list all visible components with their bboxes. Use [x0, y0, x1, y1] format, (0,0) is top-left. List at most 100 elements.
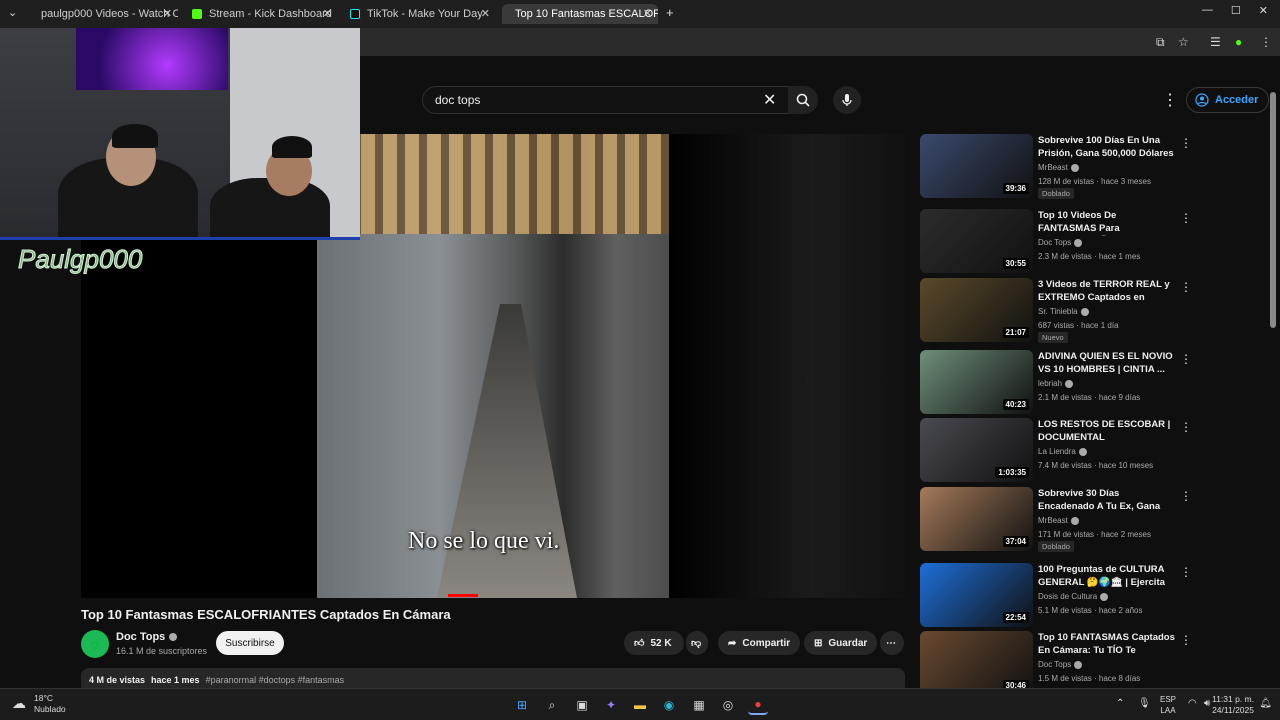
start-icon[interactable]: ⊞ — [512, 695, 532, 715]
recommendation-title[interactable]: 100 Preguntas de CULTURA GENERAL 🤔🌍🏛 | E… — [1038, 563, 1176, 590]
recommendation-thumbnail[interactable]: 30:55 — [920, 209, 1033, 273]
file-explorer-icon[interactable]: ▬ — [630, 695, 650, 715]
wifi-icon[interactable]: ◠ — [1188, 698, 1197, 709]
recommendation-card[interactable]: 21:07 3 Videos de TERROR REAL y EXTREMO … — [920, 278, 1192, 343]
recommendation-title[interactable]: LOS RESTOS DE ESCOBAR | DOCUMENTAL — [1038, 418, 1176, 444]
store-icon[interactable]: ▦ — [689, 695, 709, 715]
recommendation-thumbnail[interactable]: 30:46 — [920, 631, 1033, 695]
extension-icon[interactable]: ● — [1235, 35, 1242, 49]
new-tab-button[interactable]: + — [666, 5, 674, 20]
tab-label: TikTok - Make Your Day — [367, 8, 483, 20]
subscribe-button[interactable]: Suscribirse — [216, 631, 284, 655]
page-scrollbar[interactable] — [1270, 92, 1276, 328]
recommendation-menu-icon[interactable]: ⋮ — [1180, 420, 1192, 434]
video-progress-bar[interactable] — [448, 594, 478, 597]
tab-label: paulgp000 Videos - Watch On-... — [41, 8, 178, 20]
media-control-icon[interactable]: ☰ — [1210, 35, 1221, 49]
recommendation-card[interactable]: 37:04 Sobrevive 30 Días Encadenado A Tu … — [920, 487, 1192, 552]
dislike-button[interactable]: 👎︎ — [686, 631, 708, 655]
minimize-button[interactable]: — — [1202, 4, 1213, 17]
recommendation-title[interactable]: ADIVINA QUIEN ES EL NOVIO VS 10 HOMBRES … — [1038, 350, 1176, 376]
recommendation-menu-icon[interactable]: ⋮ — [1180, 352, 1192, 366]
task-view-icon[interactable]: ▣ — [572, 695, 592, 715]
recommendation-thumbnail[interactable]: 22:54 — [920, 563, 1033, 627]
recommendation-menu-icon[interactable]: ⋮ — [1180, 280, 1192, 294]
recommendation-card[interactable]: 30:46 Top 10 FANTASMAS Captados En Cámar… — [920, 631, 1192, 695]
close-tab-icon[interactable]: ✕ — [481, 7, 490, 20]
tab-youtube-active[interactable]: Top 10 Fantasmas ESCALOFR ✕ — [502, 4, 658, 24]
recommendation-meta: 687 vistas · hace 1 día — [1038, 321, 1119, 330]
notifications-icon[interactable]: 🔔︎ — [1259, 698, 1272, 709]
recommendation-channel-row[interactable]: MrBeast — [1038, 163, 1079, 172]
recommendation-card[interactable]: 39:36 Sobrevive 100 Días En Una Prisión,… — [920, 134, 1192, 199]
chrome-icon[interactable]: ● — [748, 695, 768, 715]
recommendation-card[interactable]: 22:54 100 Preguntas de CULTURA GENERAL 🤔… — [920, 563, 1192, 627]
system-clock[interactable]: 11:31 p. m. 24/11/2025 — [1212, 694, 1254, 716]
close-tab-icon[interactable]: ✕ — [323, 7, 332, 20]
maximize-button[interactable]: ☐ — [1231, 4, 1241, 17]
recommendation-thumbnail[interactable]: 39:36 — [920, 134, 1033, 198]
tab-tiktok[interactable]: TikTok - Make Your Day ✕ — [344, 4, 496, 24]
copilot-icon[interactable]: ✦ — [601, 695, 621, 715]
recommendation-menu-icon[interactable]: ⋮ — [1180, 489, 1192, 503]
tray-mic-icon[interactable]: 🎙︎ — [1138, 698, 1151, 709]
language-indicator[interactable]: ESP LAA — [1160, 694, 1176, 716]
recommendation-thumbnail[interactable]: 1:03:35 — [920, 418, 1033, 482]
recommendation-channel-row[interactable]: Doc Tops — [1038, 660, 1083, 669]
recommendation-channel-row[interactable]: MrBeast — [1038, 516, 1079, 525]
recommendation-title[interactable]: Top 10 Videos De FANTASMAS Para ASUSTART… — [1038, 209, 1176, 236]
ceiling-beams — [317, 134, 669, 234]
recommendation-title[interactable]: Top 10 FANTASMAS Captados En Cámara: Tu … — [1038, 631, 1176, 658]
search-button[interactable] — [788, 86, 818, 114]
share-button[interactable]: ➦ Compartir — [718, 631, 801, 655]
recommendation-card[interactable]: 40:23 ADIVINA QUIEN ES EL NOVIO VS 10 HO… — [920, 350, 1192, 414]
browser-menu-icon[interactable]: ⋮ — [1260, 35, 1272, 49]
windows-taskbar: ☁ 18°C Nublado ⊞ ⌕ ▣ ✦ ▬ ◉ ▦ ◎ ● ⌃ 🎙︎ ES… — [0, 688, 1280, 720]
recommendation-menu-icon[interactable]: ⋮ — [1180, 633, 1192, 647]
recommendation-channel-row[interactable]: Dosis de Cultura — [1038, 592, 1109, 601]
recommendation-thumbnail[interactable]: 37:04 — [920, 487, 1033, 551]
recommendation-channel-row[interactable]: lebriah — [1038, 379, 1074, 388]
tab-kick-dashboard[interactable]: Stream - Kick Dashboard ✕ — [186, 4, 338, 24]
bookmark-star-icon[interactable]: ☆ — [1178, 35, 1189, 49]
recommendation-title[interactable]: Sobrevive 100 Días En Una Prisión, Gana … — [1038, 134, 1176, 160]
volume-icon[interactable]: 🔊︎ — [1204, 698, 1210, 709]
close-tab-icon[interactable]: ✕ — [163, 7, 172, 20]
channel-avatar[interactable]: ☺ — [81, 630, 109, 658]
weather-icon[interactable]: ☁ — [12, 695, 26, 712]
install-app-icon[interactable]: ⧉ — [1156, 35, 1165, 50]
recommendation-thumbnail[interactable]: 40:23 — [920, 350, 1033, 414]
recommendation-menu-icon[interactable]: ⋮ — [1180, 565, 1192, 579]
recommendation-channel-row[interactable]: Doc Tops — [1038, 238, 1083, 247]
channel-name-link[interactable]: Doc Tops — [116, 631, 178, 643]
search-taskbar-icon[interactable]: ⌕ — [542, 695, 562, 715]
recommendation-title[interactable]: 3 Videos de TERROR REAL y EXTREMO Captad… — [1038, 278, 1176, 305]
save-button[interactable]: ⊞ Guardar — [804, 631, 878, 655]
settings-menu-icon[interactable]: ⋮ — [1162, 90, 1178, 110]
sign-in-button[interactable]: Acceder — [1186, 87, 1270, 113]
tab-kick-videos[interactable]: paulgp000 Videos - Watch On-... ✕ — [28, 4, 178, 24]
recommendation-thumbnail[interactable]: 21:07 — [920, 278, 1033, 342]
video-tags[interactable]: #paranormal #doctops #fantasmas — [206, 675, 345, 685]
close-tab-icon[interactable]: ✕ — [643, 7, 652, 20]
tab-list-dropdown-icon[interactable]: ⌄ — [8, 6, 17, 19]
search-input[interactable]: doc tops — [422, 86, 790, 114]
thumbs-down-icon: 👎︎ — [691, 638, 702, 649]
weather-widget[interactable]: 18°C Nublado — [34, 693, 66, 715]
video-duration: 21:07 — [1002, 327, 1029, 338]
recommendation-title[interactable]: Sobrevive 30 Días Encadenado A Tu Ex, Ga… — [1038, 487, 1176, 514]
recommendation-channel-row[interactable]: Sr. Tinieblа — [1038, 307, 1089, 316]
recommendation-menu-icon[interactable]: ⋮ — [1180, 211, 1192, 225]
obs-icon[interactable]: ◎ — [718, 695, 738, 715]
recommendation-card[interactable]: 1:03:35 LOS RESTOS DE ESCOBAR | DOCUMENT… — [920, 418, 1192, 482]
close-window-button[interactable]: ✕ — [1259, 4, 1268, 17]
voice-search-button[interactable] — [833, 86, 861, 114]
edge-icon[interactable]: ◉ — [659, 695, 679, 715]
clear-search-icon[interactable]: ✕ — [763, 90, 776, 110]
recommendation-channel-row[interactable]: La Liendra — [1038, 447, 1087, 456]
recommendation-card[interactable]: 30:55 Top 10 Videos De FANTASMAS Para AS… — [920, 209, 1192, 273]
recommendation-menu-icon[interactable]: ⋮ — [1180, 136, 1192, 150]
tray-chevron-icon[interactable]: ⌃ — [1116, 698, 1124, 709]
like-button[interactable]: 👍︎ 52 K — [624, 631, 684, 655]
more-actions-button[interactable]: ⋯ — [880, 631, 904, 655]
